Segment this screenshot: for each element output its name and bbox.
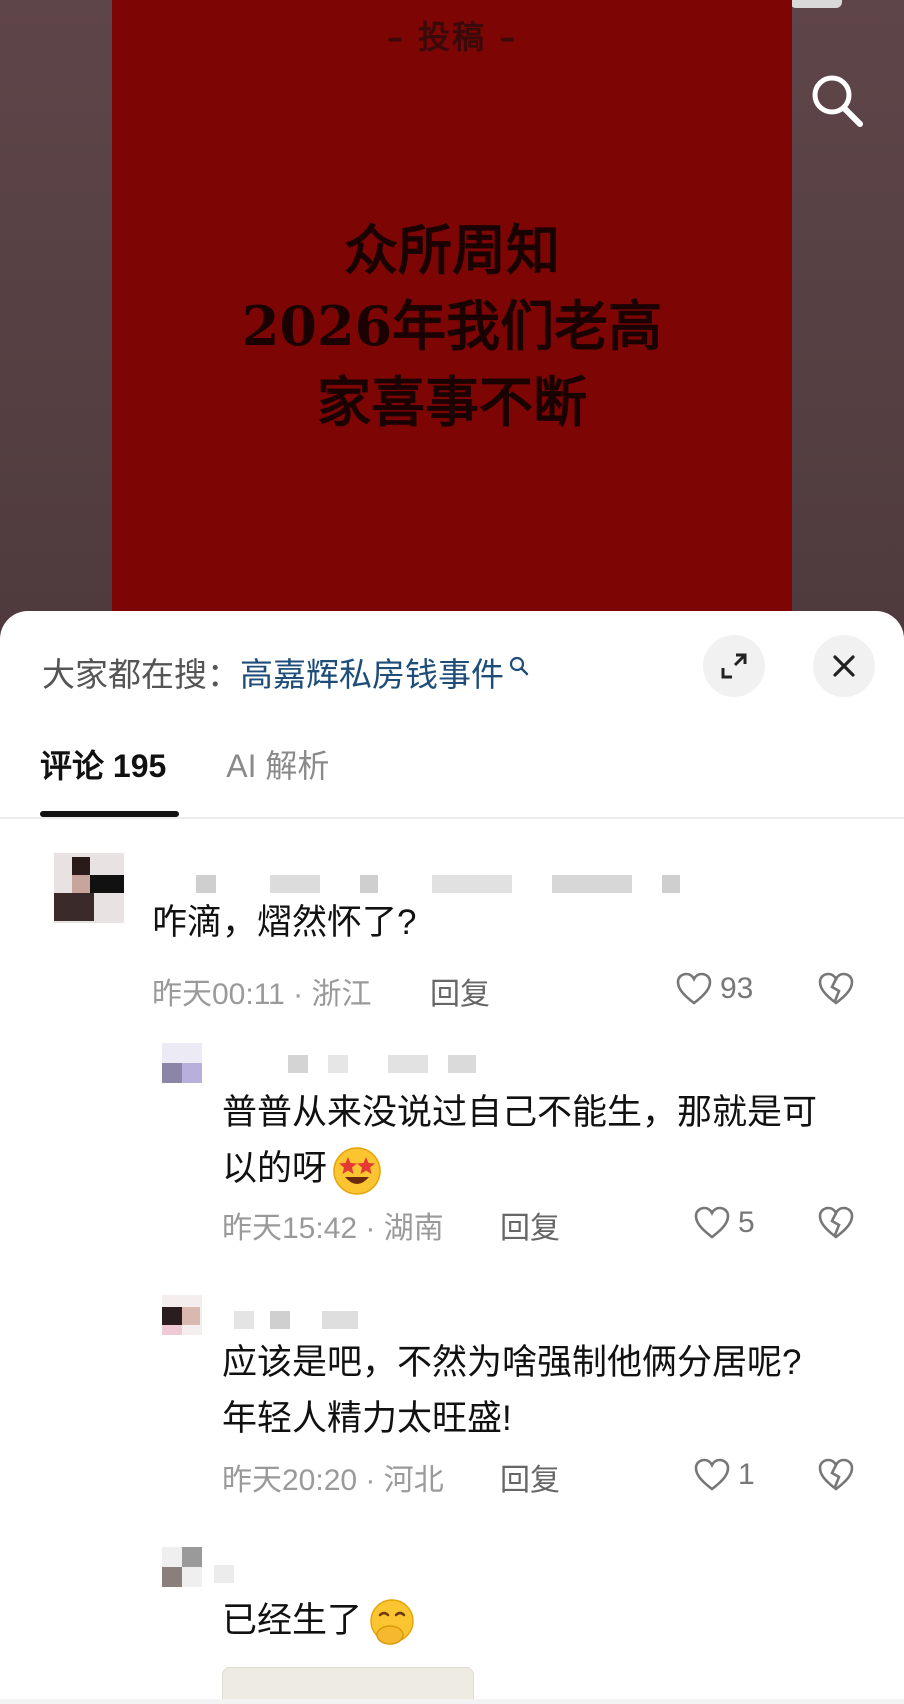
reply-button[interactable]: 回复 (500, 1461, 560, 1501)
like-count: 5 (738, 1206, 755, 1239)
comment-item: 咋滴，熠然怀了? 昨天00:11 · 浙江 回复 93 (0, 841, 904, 1011)
comment-text-content: 已经生了 (222, 1601, 363, 1640)
bottom-edge (0, 1699, 904, 1704)
username-blurred[interactable] (196, 875, 716, 897)
expand-button[interactable] (703, 635, 765, 697)
heart-icon (676, 972, 712, 1005)
tabs-divider (0, 817, 904, 819)
broken-heart-icon (818, 1458, 854, 1491)
reply-button[interactable]: 回复 (430, 975, 490, 1015)
comment-text: 普普从来没说过自己不能生，那就是可 以的呀 (222, 1085, 817, 1197)
comment-meta: 昨天00:11 · 浙江 (152, 978, 372, 1011)
username-blurred[interactable] (288, 1055, 478, 1077)
username-blurred[interactable] (234, 1311, 364, 1333)
search-icon (812, 75, 863, 127)
video-poster[interactable]: – 投稿 – 众所周知 2026年我们老高 家喜事不断 (112, 0, 792, 640)
search-button[interactable] (804, 68, 868, 132)
like-count: 93 (720, 972, 754, 1005)
hot-search-prefix: 大家都在搜： (42, 656, 240, 693)
comment-text-line-1: 普普从来没说过自己不能生，那就是可 (222, 1093, 818, 1132)
comment-item: 应该是吧，不然为啥强制他俩分居呢? 年轻人精力太旺盛! 昨天20:20 · 河北… (0, 1295, 904, 1515)
like-button[interactable]: 1 (692, 1455, 755, 1495)
comment-tabs: 评论 195 AI 解析 (40, 741, 389, 801)
comment-text-line-2: 年轻人精力太旺盛! (222, 1399, 512, 1438)
broken-heart-icon (818, 1206, 854, 1239)
small-search-icon (509, 656, 529, 676)
dislike-button[interactable] (816, 1455, 856, 1499)
heart-icon (694, 1458, 730, 1491)
avatar[interactable] (162, 1547, 202, 1587)
tab-ai-analysis[interactable]: AI 解析 (226, 741, 329, 801)
dislike-button[interactable] (816, 969, 856, 1013)
like-count: 1 (738, 1458, 755, 1491)
comment-item: 普普从来没说过自己不能生，那就是可 以的呀 昨天15:42 · 湖南 回复 5 (0, 1043, 904, 1273)
comments-sheet: 大家都在搜： 高嘉辉私房钱事件 评论 195 AI 解析 咋滴，熠然怀了? 昨天… (0, 611, 904, 1704)
poster-top-label: – 投稿 – (386, 18, 518, 56)
username-blurred[interactable] (214, 1565, 254, 1587)
poster-text: 众所周知 2026年我们老高 家喜事不断 (112, 212, 792, 440)
poster-line-2: 2026年我们老高 (241, 294, 663, 358)
avatar[interactable] (54, 853, 124, 923)
star-struck-emoji-icon (333, 1147, 381, 1195)
comment-meta: 昨天15:42 · 湖南 (222, 1212, 444, 1245)
like-button[interactable]: 5 (692, 1203, 755, 1243)
avatar[interactable] (162, 1043, 202, 1083)
comment-text-line-2: 以的呀 (222, 1141, 817, 1197)
close-icon (833, 655, 855, 677)
broken-heart-icon (818, 972, 854, 1005)
avatar[interactable] (162, 1295, 202, 1335)
close-button[interactable] (813, 635, 875, 697)
heart-icon (694, 1206, 730, 1239)
tab-comments[interactable]: 评论 195 (40, 741, 166, 801)
poster-line-1: 众所周知 (344, 218, 560, 282)
expand-icon (721, 653, 747, 679)
hand-over-mouth-emoji-icon (370, 1599, 414, 1645)
comment-text-line-2-content: 以的呀 (222, 1149, 328, 1188)
comment-text-line-1: 应该是吧，不然为啥强制他俩分居呢? (222, 1343, 802, 1382)
hot-search-keyword[interactable]: 高嘉辉私房钱事件 (240, 648, 504, 696)
comment-text: 咋滴，熠然怀了? (152, 903, 417, 942)
comment-text: 应该是吧，不然为啥强制他俩分居呢? 年轻人精力太旺盛! (222, 1335, 801, 1447)
comment-meta: 昨天20:20 · 河北 (222, 1464, 444, 1497)
hot-search-bar: 大家都在搜： 高嘉辉私房钱事件 (42, 647, 530, 697)
comment-text: 已经生了 (222, 1593, 418, 1649)
dislike-button[interactable] (816, 1203, 856, 1247)
poster-line-3: 家喜事不断 (317, 370, 587, 434)
like-button[interactable]: 93 (674, 969, 753, 1009)
reply-button[interactable]: 回复 (500, 1209, 560, 1249)
